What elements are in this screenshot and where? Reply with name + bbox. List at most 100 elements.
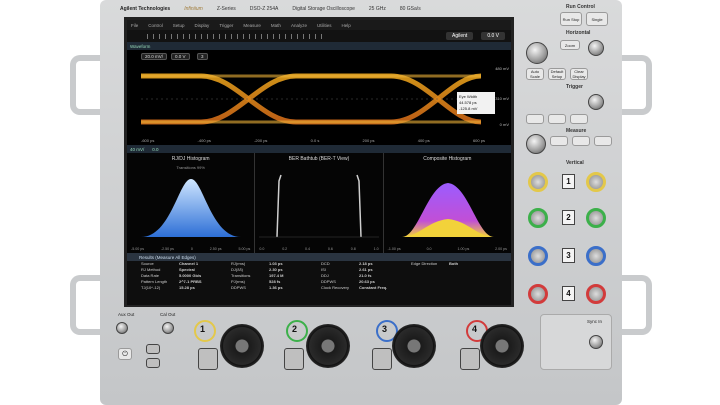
scale-readout[interactable]: 0.0 V [481, 32, 505, 40]
menu-setup[interactable]: Setup [173, 23, 185, 28]
lower-offset-chip[interactable]: 0.0 [152, 147, 158, 152]
axis-tick: -2.50 ps [160, 247, 174, 251]
trigger-sweep-button[interactable] [570, 114, 588, 124]
channel-offset-chip[interactable]: 0.0 V [171, 53, 190, 60]
result-value: Spectral [179, 267, 195, 272]
input-4-probe-port[interactable] [460, 348, 480, 370]
panel-axis: 0.0 0.2 0.4 0.6 0.8 1.0 [259, 247, 378, 251]
result-value: 2.18 ps [359, 261, 373, 266]
ch2-button[interactable]: 2 [562, 210, 575, 225]
power-button[interactable]: ⏻ [118, 348, 132, 360]
usb-port-2[interactable] [146, 358, 160, 368]
input-3-bnc[interactable] [392, 324, 436, 368]
menu-trigger[interactable]: Trigger [219, 23, 233, 28]
measure-button-3[interactable] [594, 136, 612, 146]
x-tick: 600 ps [472, 138, 485, 143]
cal-out-label: Cal Out [160, 312, 176, 317]
result-label: TJ(10^-12) [141, 285, 161, 290]
input-2-probe-port[interactable] [284, 348, 304, 370]
axis-tick: 0.8 [350, 247, 356, 251]
result-value: 528 fs [269, 279, 281, 284]
ch4-offset-knob[interactable] [586, 284, 606, 304]
results-column-1: Source Channel 1 RJ Method Spectral Data R… [141, 261, 231, 291]
input-3-probe-port[interactable] [372, 348, 392, 370]
result-value: 15.28 ps [179, 285, 195, 290]
ch4-button[interactable]: 4 [562, 286, 575, 301]
timebase-ruler[interactable]: Agilent 0.0 V [127, 30, 511, 42]
run-state-indicator[interactable]: Agilent [446, 32, 474, 40]
lower-scale-chip[interactable]: 40 mV/ [130, 147, 144, 152]
menu-file[interactable]: File [131, 23, 138, 28]
description-label: Digital Storage Oscilloscope [292, 6, 355, 12]
axis-tick: -1.00 ps [387, 247, 401, 251]
input-2-bnc[interactable] [306, 324, 350, 368]
single-button[interactable]: Single [586, 12, 608, 26]
panel-note: Transitions 99% [176, 165, 205, 170]
channel-scale-chip[interactable]: 20.0 mV/ [141, 53, 168, 60]
eye-measurement-value-2: -125.8 mV [459, 106, 478, 111]
series-name: Infiniium [184, 6, 203, 12]
input-1-ring [194, 320, 216, 342]
menu-measure[interactable]: Measure [243, 23, 261, 28]
ch3-offset-knob[interactable] [586, 246, 606, 266]
results-column-4: Edge Direction Both [411, 261, 501, 291]
trigger-setup-button[interactable] [548, 114, 566, 124]
results-column-2: RJ(rms) 1.03 ps DJ(δδ) 2.30 ps Transitions… [231, 261, 321, 291]
menu-utilities[interactable]: Utilities [317, 23, 332, 28]
ch1-scale-knob[interactable] [528, 172, 548, 192]
eye-x-axis: -600 ps -400 ps -200 ps 0.0 s 200 ps 400… [141, 138, 485, 143]
input-4-bnc[interactable] [480, 324, 524, 368]
ch3-scale-knob[interactable] [528, 246, 548, 266]
trigger-mode-button[interactable] [526, 114, 544, 124]
x-tick: 200 ps [362, 138, 375, 143]
auto-scale-button[interactable]: Auto Scale [526, 68, 544, 80]
rj-dj-histogram-panel[interactable]: RJ/DJ Histogram Transitions 99% -5.00 ps… [127, 153, 256, 253]
usb-port-1[interactable] [146, 344, 160, 354]
waveform-section-header: Waveform [127, 42, 511, 50]
panel-title: Composite Histogram [423, 156, 472, 162]
aux-out-connector[interactable] [116, 322, 128, 334]
panel-axis: -5.00 ps -2.50 ps 0 2.50 ps 5.00 ps [131, 247, 250, 251]
ch3-button[interactable]: 3 [562, 248, 575, 263]
trigger-level-knob[interactable] [588, 94, 604, 110]
measure-button-1[interactable] [550, 136, 568, 146]
zoom-button[interactable]: Zoom [560, 40, 580, 50]
eye-diagram-area[interactable]: 20.0 mV/ 0.0 V 3 480 mV 310 mV 0 mV Eye … [127, 50, 511, 145]
ch2-offset-knob[interactable] [586, 208, 606, 228]
sync-in-connector[interactable] [589, 335, 603, 349]
horizontal-position-knob[interactable] [588, 40, 604, 56]
measure-knob[interactable] [526, 134, 546, 154]
results-header[interactable]: Results (Measure All Edges) [127, 253, 511, 261]
right-handle-top [622, 55, 652, 115]
result-value: 1.36 ps [269, 285, 283, 290]
result-value: 1.03 ps [269, 261, 283, 266]
ch4-scale-knob[interactable] [528, 284, 548, 304]
result-value: 2.61 ps [359, 267, 373, 272]
ber-bathtub-panel[interactable]: BER Bathtub (BER-T View) 0.0 0.2 0.4 0.6… [255, 153, 384, 253]
menu-control[interactable]: Control [148, 23, 163, 28]
eye-measurement-box[interactable]: Eye Width 44.578 ps -125.8 mV [457, 92, 495, 114]
default-setup-button[interactable]: Default Setup [548, 68, 566, 80]
clear-display-button[interactable]: Clear Display [570, 68, 588, 80]
horizontal-scale-knob[interactable] [526, 42, 548, 64]
composite-histogram [401, 183, 494, 237]
right-label-top: 480 mV [495, 66, 509, 71]
measure-button-2[interactable] [572, 136, 590, 146]
ch1-button[interactable]: 1 [562, 174, 575, 189]
left-handle-bottom [70, 275, 100, 335]
menu-analyze[interactable]: Analyze [291, 23, 307, 28]
ch2-scale-knob[interactable] [528, 208, 548, 228]
composite-histogram-panel[interactable]: Composite Histogram -1.00 ps 0.0 1.00 ps… [384, 153, 511, 253]
cal-out-connector[interactable] [162, 322, 174, 334]
lower-toolbar: 40 mV/ 0.0 [127, 145, 511, 153]
input-1-probe-port[interactable] [198, 348, 218, 370]
ch1-offset-knob[interactable] [586, 172, 606, 192]
input-1-bnc[interactable] [220, 324, 264, 368]
menu-math[interactable]: Math [271, 23, 281, 28]
menu-help[interactable]: Help [341, 23, 350, 28]
vertical-title: Vertical [566, 160, 584, 166]
histogram-panels: RJ/DJ Histogram Transitions 99% -5.00 ps… [127, 153, 511, 253]
run-stop-button[interactable]: Run Stop [560, 12, 582, 26]
sync-in-label: Sync In [587, 319, 603, 324]
menu-display[interactable]: Display [195, 23, 210, 28]
